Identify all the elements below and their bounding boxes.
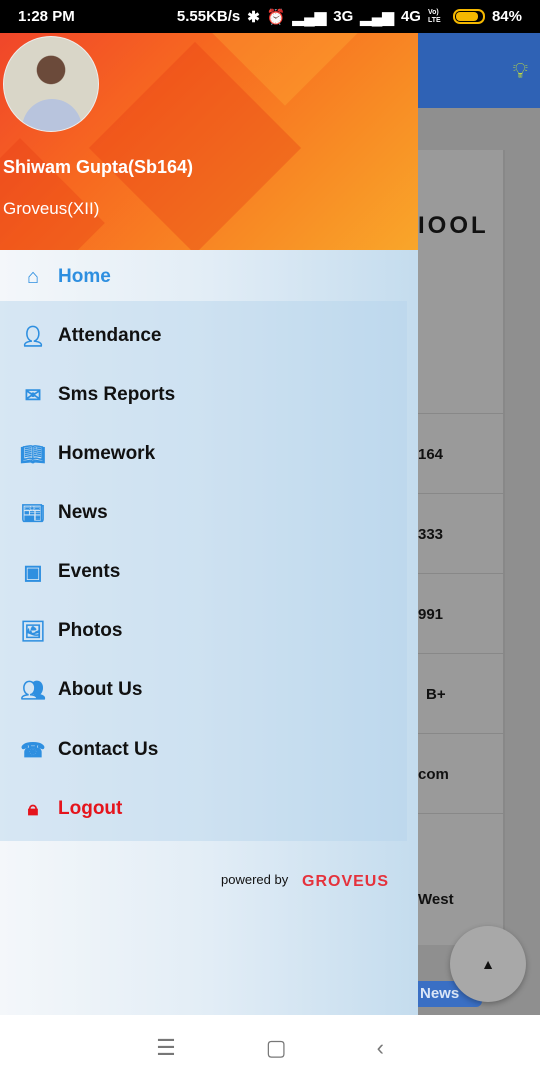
row: West xyxy=(418,813,504,943)
network-type-1: 3G xyxy=(333,8,354,25)
menu-item-about-us[interactable]: 👥︎ About Us xyxy=(0,665,407,715)
menu-item-contact-us[interactable]: ☎ Contact Us xyxy=(0,725,407,775)
scroll-up-button[interactable]: ▲ xyxy=(450,926,526,1002)
system-nav-bar: ☰ ▢ ‹ xyxy=(0,1015,540,1080)
menu-label: Homework xyxy=(58,443,156,464)
home-square-icon[interactable]: ▢ xyxy=(266,1035,287,1061)
avatar[interactable] xyxy=(3,36,99,132)
navigation-drawer: Shiwam Gupta(Sb164) Groveus(XII) ⌂ Home 👤… xyxy=(0,33,418,1015)
menu-label: About Us xyxy=(58,679,143,700)
battery-icon xyxy=(452,9,485,24)
volte-indicator: Vo) LTE xyxy=(427,8,441,24)
row: 333 xyxy=(418,493,504,573)
arrow-up-icon: ▲ xyxy=(481,956,495,972)
bluetooth-icon: ✱ xyxy=(247,8,260,26)
groveus-logo: GROVEUS xyxy=(302,873,390,890)
menu-item-photos[interactable]: 🖼︎ Photos xyxy=(0,606,407,656)
menu-icon[interactable]: ☰ xyxy=(156,1035,176,1061)
powered-by-label: powered by xyxy=(221,872,289,887)
menu-item-homework[interactable]: 📖︎ Homework xyxy=(0,429,407,479)
menu-label: Sms Reports xyxy=(58,384,176,405)
book-icon: 📖︎ xyxy=(20,443,46,466)
person-icon: 👤︎ xyxy=(20,325,46,348)
school-name: IOOL xyxy=(418,212,489,239)
menu-label: News xyxy=(58,502,108,523)
clock: 1:28 PM xyxy=(18,8,75,25)
menu-item-events[interactable]: ▣ Events xyxy=(0,547,407,597)
menu-item-sms-reports[interactable]: ✉ Sms Reports xyxy=(0,370,407,420)
phone-icon: ☎ xyxy=(20,739,46,762)
lightbulb-icon[interactable]: 💡︎ xyxy=(513,58,528,84)
menu-item-home[interactable]: ⌂ Home xyxy=(0,252,407,302)
menu-item-news[interactable]: 📰︎ News xyxy=(0,488,407,538)
lock-icon: 🔒︎ xyxy=(27,797,39,820)
row: 164 xyxy=(418,413,504,493)
calendar-icon: ▣ xyxy=(23,561,43,584)
people-icon: 👥︎ xyxy=(20,679,46,702)
user-name: Shiwam Gupta(Sb164) xyxy=(3,157,194,177)
network-type-2: 4G xyxy=(400,8,421,25)
status-bar: 1:28 PM 5.55KB/s ✱ ⏰ ▂▄▆ 3G ▂▄▆ 4G Vo) L… xyxy=(0,0,540,33)
net-speed: 5.55KB/s xyxy=(176,8,241,25)
battery-percent: 84% xyxy=(491,8,522,25)
menu-label: Photos xyxy=(58,620,123,641)
row: com xyxy=(418,733,504,813)
signal-icon: ▂▄▆ xyxy=(292,8,327,26)
photos-icon: 🖼︎ xyxy=(20,620,46,643)
menu-label: Events xyxy=(58,561,121,582)
mail-icon: ✉ xyxy=(24,384,42,407)
row: B+ xyxy=(418,653,504,733)
menu-label: Contact Us xyxy=(58,739,159,760)
drawer-header: Shiwam Gupta(Sb164) Groveus(XII) xyxy=(0,33,418,250)
user-class: Groveus(XII) xyxy=(3,199,100,218)
row: 991 xyxy=(418,573,504,653)
menu-item-attendance[interactable]: 👤︎ Attendance xyxy=(0,311,407,361)
back-icon[interactable]: ‹ xyxy=(377,1035,384,1061)
menu-label: Logout xyxy=(58,798,123,819)
alarm-off-icon: ⏰ xyxy=(266,8,286,26)
menu-label: Attendance xyxy=(58,325,162,346)
home-icon: ⌂ xyxy=(26,265,40,288)
newspaper-icon: 📰︎ xyxy=(20,502,46,525)
menu-item-logout[interactable]: 🔒︎ Logout xyxy=(0,784,407,834)
signal-icon: ▂▄▆ xyxy=(360,8,394,26)
menu-label: Home xyxy=(58,266,111,287)
